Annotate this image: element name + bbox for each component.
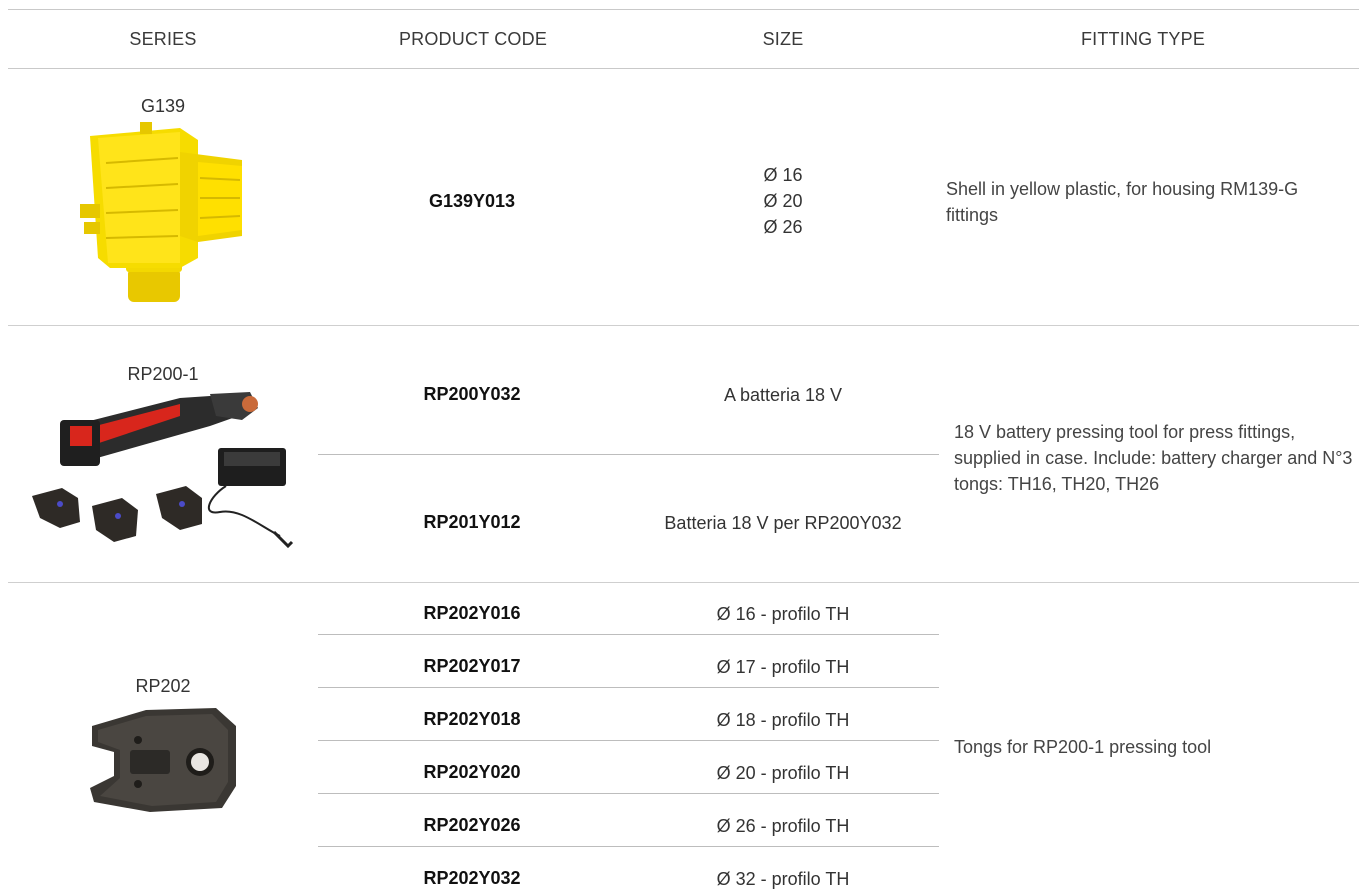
- size-cell: Ø 26 - profilo TH: [716, 816, 850, 836]
- size-line: Ø 26: [763, 217, 803, 237]
- row-divider: [8, 582, 1359, 583]
- product-code: RP201Y012: [423, 512, 521, 532]
- product-code: RP200Y032: [423, 384, 521, 404]
- sub-row-divider: [318, 793, 939, 794]
- size-line: Ø 20: [763, 191, 803, 211]
- size-cell: Ø 18 - profilo TH: [716, 710, 850, 730]
- sub-row-divider: [318, 634, 939, 635]
- fitting-type-description: Shell in yellow plastic, for housing RM1…: [946, 179, 1299, 225]
- size-cell: Ø 16 - profilo TH: [716, 604, 850, 624]
- battery-pressing-tool-kit-image: [32, 392, 294, 549]
- series-label: G139: [140, 96, 186, 116]
- size-cell: A batteria 18 V: [723, 385, 843, 405]
- sub-row-divider: [318, 740, 939, 741]
- fitting-type-description: Tongs for RP200-1 pressing tool: [954, 737, 1212, 757]
- product-code: RP202Y016: [423, 603, 521, 623]
- size-line: Ø 16: [763, 165, 803, 185]
- product-code: RP202Y026: [423, 815, 521, 835]
- header-series: SERIES: [129, 29, 197, 49]
- fitting-type-description: 18 V battery pressing tool for press fit…: [954, 422, 1353, 494]
- pressing-tong-jaw-image: [90, 708, 236, 812]
- product-code: G139Y013: [428, 191, 516, 211]
- sub-row-divider: [318, 454, 939, 455]
- product-code: RP202Y020: [423, 762, 521, 782]
- header-product-code: PRODUCT CODE: [398, 29, 548, 49]
- table-header: SERIES PRODUCT CODE SIZE FITTING TYPE: [8, 9, 1359, 69]
- header-fitting-type: FITTING TYPE: [1080, 29, 1206, 49]
- row-divider: [8, 325, 1359, 326]
- yellow-plastic-shell-image: [80, 122, 242, 302]
- header-size: SIZE: [762, 29, 804, 49]
- product-code: RP202Y018: [423, 709, 521, 729]
- size-cell: Ø 20 - profilo TH: [716, 763, 850, 783]
- size-cell: Batteria 18 V per RP200Y032: [664, 513, 902, 533]
- size-cell: Ø 16 Ø 20 Ø 26: [627, 162, 939, 240]
- sub-row-divider: [318, 846, 939, 847]
- series-label: RP202: [135, 676, 191, 696]
- series-label: RP200-1: [127, 364, 199, 384]
- product-code: RP202Y017: [423, 656, 521, 676]
- product-code: RP202Y032: [423, 868, 521, 888]
- size-cell: Ø 32 - profilo TH: [716, 869, 850, 889]
- size-cell: Ø 17 - profilo TH: [716, 657, 850, 677]
- sub-row-divider: [318, 687, 939, 688]
